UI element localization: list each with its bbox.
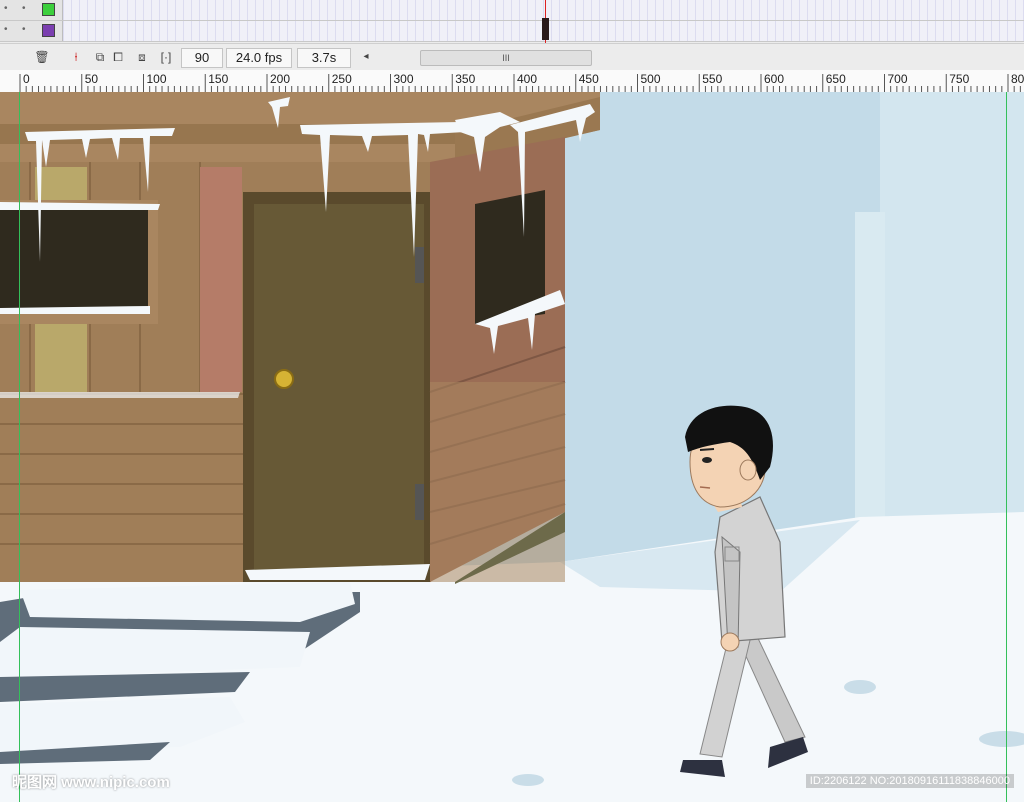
fps-field[interactable]: 24.0 fps: [226, 48, 292, 68]
ruler-tick-label: 200: [270, 72, 291, 86]
watermark-left: 昵图网 www.nipic.com: [12, 774, 170, 791]
ruler-tick-label: 600: [764, 72, 785, 86]
layer-row-2[interactable]: • •: [0, 21, 1024, 42]
center-frame-icon[interactable]: ⍿: [68, 49, 84, 65]
layer-color-swatch[interactable]: [42, 24, 55, 37]
far-wall-edge: [855, 212, 885, 522]
ruler-tick-label: 400: [517, 72, 538, 86]
snow-footprint: [844, 680, 876, 694]
door-knob: [274, 369, 294, 389]
lock-dot-icon[interactable]: •: [22, 3, 26, 14]
door-hinge: [415, 484, 424, 520]
far-wall-light: [880, 92, 1024, 522]
scroll-left-icon[interactable]: ◂: [358, 49, 374, 65]
vertical-guide-right[interactable]: [1006, 92, 1007, 802]
ruler-tick-label: 80: [1011, 72, 1024, 86]
timeline-control-bar: 🗑 ⍿ ⧉ ⧠ ⧈ [·] 90 24.0 fps 3.7s ◂ III: [0, 43, 1024, 71]
stage-canvas[interactable]: [0, 92, 1024, 802]
ruler-tick-label: 550: [702, 72, 723, 86]
ruler-tick-label: 650: [825, 72, 846, 86]
scene-artwork: [0, 92, 1024, 802]
ruler-tick-label: 50: [84, 72, 99, 86]
timeline-panel: • • • • 🗑 ⍿ ⧉ ⧠ ⧈ [·] 90 24.0 fps 3.7s ◂…: [0, 0, 1024, 71]
modify-onion-markers-icon[interactable]: [·]: [158, 49, 174, 65]
door-hinge: [415, 247, 424, 283]
layer-controls-2: • •: [0, 21, 63, 41]
layer-row-1[interactable]: • •: [0, 0, 1024, 21]
ruler-tick-label: 350: [455, 72, 476, 86]
ruler-tick-label: 700: [887, 72, 908, 86]
visibility-dot-icon[interactable]: •: [4, 24, 8, 35]
watermark-right: ID:2206122 NO:20180916111838846000: [805, 774, 1014, 788]
left-window: [0, 210, 148, 310]
onion-skin-outline-icon[interactable]: ⧠: [110, 49, 126, 65]
elapsed-time-field[interactable]: 3.7s: [297, 48, 351, 68]
timeline-scrollbar[interactable]: III: [420, 50, 592, 66]
trash-icon[interactable]: 🗑: [34, 49, 50, 65]
layer-controls-1: • •: [0, 0, 63, 20]
ruler-tick-label: 100: [146, 72, 167, 86]
horizontal-ruler: 0 50 100 150 200 250 300 350 400 450 500 550 600 650 7…: [0, 70, 1024, 93]
edit-multiple-frames-icon[interactable]: ⧈: [134, 49, 150, 65]
vertical-guide-left[interactable]: [19, 92, 20, 802]
side-lower-planks: [430, 382, 565, 582]
playhead-marker[interactable]: [542, 18, 549, 40]
onion-skin-icon[interactable]: ⧉: [92, 49, 108, 65]
ruler-tick-label: 250: [331, 72, 352, 86]
ruler-tick-label: 750: [949, 72, 970, 86]
ruler-tick-label: 300: [393, 72, 414, 86]
ruler-tick-label: 0: [23, 72, 30, 86]
visibility-dot-icon[interactable]: •: [4, 3, 8, 14]
current-frame-field[interactable]: 90: [181, 48, 223, 68]
lock-dot-icon[interactable]: •: [22, 24, 26, 35]
snow-footprint: [512, 774, 544, 786]
layer-color-swatch[interactable]: [42, 3, 55, 16]
ruler-tick-label: 150: [208, 72, 229, 86]
layer-frames-1[interactable]: [63, 0, 1024, 20]
reddish-plank: [200, 167, 242, 392]
ruler-tick-label: 500: [640, 72, 661, 86]
ruler-tick-label: 450: [578, 72, 599, 86]
cabin-door: [254, 204, 424, 576]
